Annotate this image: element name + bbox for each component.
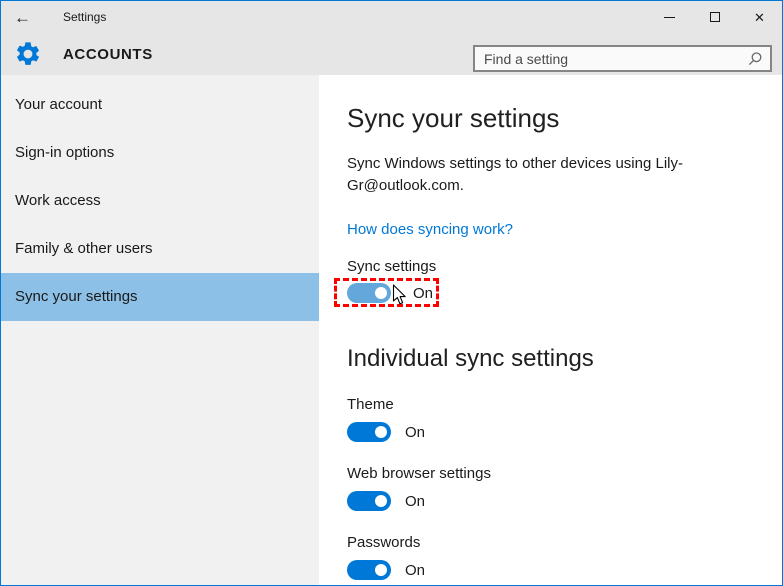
sync-settings-toggle[interactable] bbox=[347, 283, 391, 303]
web-browser-label: Web browser settings bbox=[347, 465, 762, 482]
close-button[interactable]: ✕ bbox=[737, 1, 782, 33]
sync-settings-label: Sync settings bbox=[347, 258, 762, 275]
window-title: Settings bbox=[63, 10, 106, 24]
search-input[interactable] bbox=[475, 51, 747, 67]
search-box[interactable] bbox=[473, 45, 772, 72]
header-row: ACCOUNTS bbox=[1, 33, 782, 75]
theme-state: On bbox=[405, 424, 425, 441]
window-controls: ✕ bbox=[647, 1, 782, 33]
sync-description-line2: Gr@outlook.com. bbox=[347, 175, 762, 197]
sync-description-line1: Sync Windows settings to other devices u… bbox=[347, 153, 762, 175]
passwords-toggle[interactable] bbox=[347, 560, 391, 580]
sync-settings-state: On bbox=[413, 285, 433, 302]
theme-toggle[interactable] bbox=[347, 422, 391, 442]
toggle-knob bbox=[375, 287, 387, 299]
individual-sync-heading: Individual sync settings bbox=[347, 345, 762, 373]
window-body: Your account Sign-in options Work access… bbox=[1, 75, 782, 585]
maximize-icon bbox=[710, 12, 720, 22]
sidebar-item-sign-in-options[interactable]: Sign-in options bbox=[1, 129, 319, 177]
sidebar: Your account Sign-in options Work access… bbox=[1, 75, 319, 585]
settings-window: ← Settings ✕ ACCOUNTS bbox=[0, 0, 783, 586]
top-band: ← Settings ✕ ACCOUNTS bbox=[1, 1, 782, 75]
toggle-knob bbox=[375, 495, 387, 507]
sync-item-passwords: Passwords On bbox=[347, 534, 762, 580]
theme-label: Theme bbox=[347, 396, 762, 413]
toggle-knob bbox=[375, 426, 387, 438]
minimize-icon bbox=[664, 17, 675, 18]
search-icon bbox=[747, 51, 763, 67]
web-browser-state: On bbox=[405, 493, 425, 510]
sync-description: Sync Windows settings to other devices u… bbox=[347, 153, 762, 197]
passwords-state: On bbox=[405, 562, 425, 579]
sync-item-web-browser: Web browser settings On bbox=[347, 465, 762, 511]
close-icon: ✕ bbox=[754, 11, 765, 24]
gear-icon bbox=[14, 40, 42, 68]
title-bar: ← Settings ✕ bbox=[1, 1, 782, 33]
maximize-button[interactable] bbox=[692, 1, 737, 33]
back-button[interactable]: ← bbox=[14, 9, 34, 26]
toggle-knob bbox=[375, 564, 387, 576]
sync-settings-toggle-row: On bbox=[347, 283, 433, 303]
sidebar-item-your-account[interactable]: Your account bbox=[1, 81, 319, 129]
minimize-button[interactable] bbox=[647, 1, 692, 33]
how-syncing-works-link[interactable]: How does syncing work? bbox=[347, 221, 513, 238]
page-title: ACCOUNTS bbox=[63, 46, 153, 63]
passwords-label: Passwords bbox=[347, 534, 762, 551]
sidebar-item-sync-your-settings[interactable]: Sync your settings bbox=[1, 273, 319, 321]
back-arrow-icon: ← bbox=[14, 8, 31, 27]
web-browser-toggle[interactable] bbox=[347, 491, 391, 511]
sync-item-theme: Theme On bbox=[347, 396, 762, 442]
sidebar-item-work-access[interactable]: Work access bbox=[1, 177, 319, 225]
main-content: Sync your settings Sync Windows settings… bbox=[319, 75, 782, 585]
page-heading: Sync your settings bbox=[347, 103, 762, 133]
sidebar-item-family-other-users[interactable]: Family & other users bbox=[1, 225, 319, 273]
cursor-arrow-icon bbox=[392, 284, 407, 306]
